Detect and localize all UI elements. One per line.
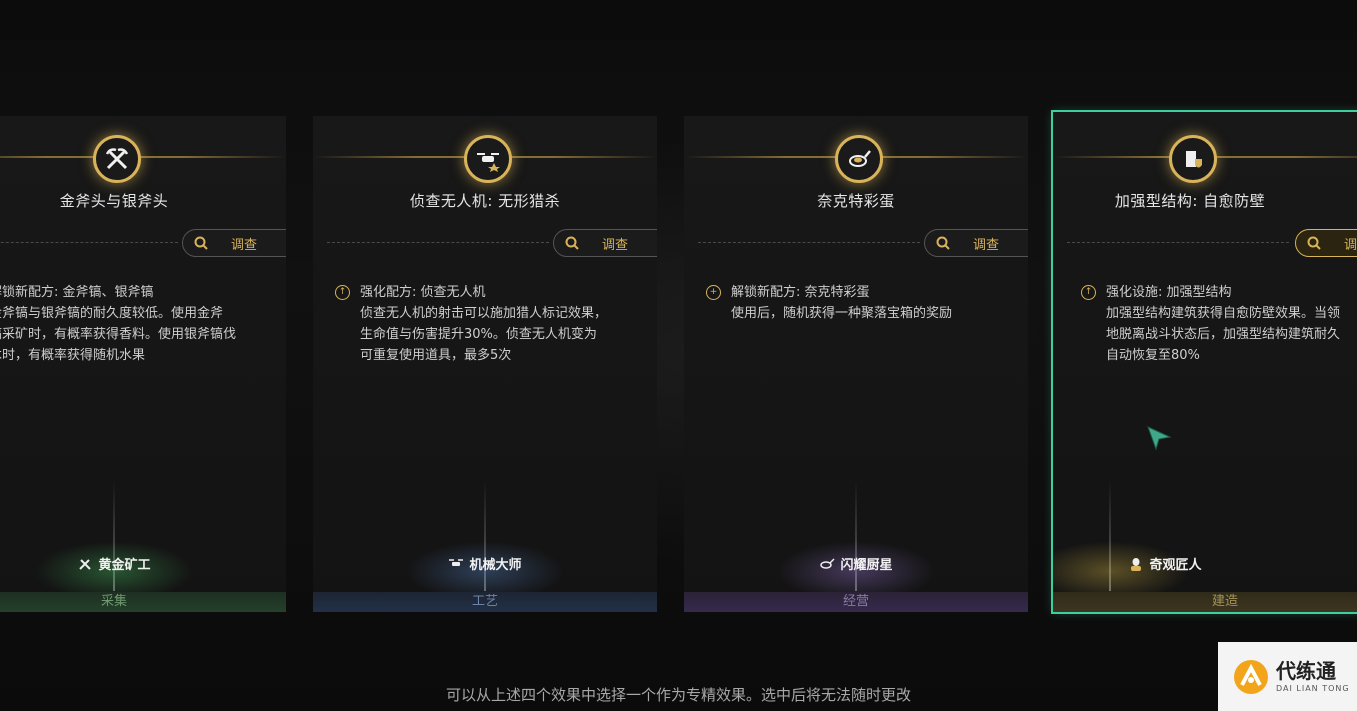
dashed-line bbox=[327, 242, 549, 243]
pickaxe-icon bbox=[93, 135, 141, 183]
effect-description: ↑ 强化设施: 加强型结构 加强型结构建筑获得自愈防壁效果。当领 地脱离战斗状态后… bbox=[1081, 282, 1357, 366]
effect-head: 解锁新配方: 金斧镐、银斧镐 bbox=[0, 285, 154, 300]
role-label: 黄金矿工 bbox=[0, 554, 286, 573]
dashed-line bbox=[1067, 242, 1289, 243]
search-icon bbox=[194, 236, 208, 250]
effect-description: + 解锁新配方: 奈克特彩蛋 使用后，随机获得一种聚落宝箱的奖励 bbox=[706, 282, 1010, 324]
investigate-label: 调查 bbox=[231, 237, 258, 253]
investigate-label: 调查 bbox=[602, 237, 629, 253]
logo-sub: DAI LIAN TONG bbox=[1276, 684, 1350, 693]
search-icon bbox=[1307, 236, 1321, 250]
selection-hint: 可以从上述四个效果中选择一个作为专精效果。选中后将无法随时更改 bbox=[445, 686, 911, 704]
drone-icon bbox=[449, 558, 464, 566]
role-name: 闪耀厨星 bbox=[840, 558, 893, 573]
card-scout-drone[interactable]: 侦查无人机: 无形猎杀 调查 ↑ 强化配方: 侦查无人机 侦查无人机的射击可以施加… bbox=[313, 116, 657, 612]
bust-icon bbox=[1131, 557, 1142, 571]
role-label: 闪耀厨星 bbox=[684, 554, 1028, 573]
card-divider bbox=[0, 156, 286, 158]
upgrade-icon: ↑ bbox=[335, 285, 350, 300]
drone-icon bbox=[464, 135, 512, 183]
category-tag: 建造 bbox=[1053, 592, 1357, 612]
effect-body: 侦查无人机的射击可以施加猎人标记效果， 生命值与伤害提升30%。侦查无人机变为 … bbox=[360, 306, 608, 363]
role-name: 机械大师 bbox=[469, 558, 522, 573]
dashed-line bbox=[698, 242, 920, 243]
role-name: 奇观匠人 bbox=[1149, 558, 1202, 573]
card-reinforced-structure[interactable]: 加强型结构: 自愈防壁 调查 ↑ 强化设施: 加强型结构 加强型结构建筑获得自愈防… bbox=[1051, 110, 1357, 614]
frying-pan-icon bbox=[835, 135, 883, 183]
category-tag: 经营 bbox=[684, 592, 1028, 612]
effect-head: 解锁新配方: 奈克特彩蛋 bbox=[731, 285, 870, 300]
dashed-line bbox=[0, 242, 178, 243]
effect-body: 加强型结构建筑获得自愈防壁效果。当领 地脱离战斗状态后，加强型结构建筑耐久 自动… bbox=[1106, 306, 1341, 363]
building-shield-icon bbox=[1169, 135, 1217, 183]
investigate-label: 调查 bbox=[1344, 237, 1357, 253]
category-tag: 采集 bbox=[0, 592, 286, 612]
search-icon bbox=[565, 236, 579, 250]
card-title: 侦查无人机: 无形猎杀 bbox=[409, 192, 561, 210]
category-tag: 工艺 bbox=[313, 592, 657, 612]
investigate-button[interactable]: 调查 bbox=[924, 229, 1028, 257]
card-title: 奈克特彩蛋 bbox=[817, 192, 895, 210]
unlock-icon: + bbox=[706, 285, 721, 300]
investigate-label: 调查 bbox=[973, 237, 1000, 253]
search-icon bbox=[936, 236, 950, 250]
role-label: 奇观匠人 bbox=[1053, 554, 1277, 573]
effect-description: +解锁新配方: 金斧镐、银斧镐 金斧镐与银斧镐的耐久度较低。使用金斧 镐采矿时，… bbox=[0, 282, 268, 366]
logo-main: 代练通 bbox=[1276, 659, 1336, 683]
card-golden-axe[interactable]: 金斧头与银斧头 调查 +解锁新配方: 金斧镐、银斧镐 金斧镐与银斧镐的耐久度较低… bbox=[0, 116, 286, 612]
cursor-icon bbox=[1147, 426, 1172, 451]
effect-body: 使用后，随机获得一种聚落宝箱的奖励 bbox=[731, 306, 953, 321]
card-nekt-egg[interactable]: 奈克特彩蛋 调查 + 解锁新配方: 奈克特彩蛋 使用后，随机获得一种聚落宝箱的奖励… bbox=[684, 116, 1028, 612]
pickaxe-icon bbox=[79, 558, 92, 570]
effect-body: 金斧镐与银斧镐的耐久度较低。使用金斧 镐采矿时，有概率获得香料。使用银斧镐伐 木… bbox=[0, 306, 237, 363]
effect-head: 强化设施: 加强型结构 bbox=[1106, 285, 1232, 300]
investigate-button[interactable]: 调查 bbox=[1295, 229, 1357, 257]
logo-icon bbox=[1234, 659, 1268, 694]
effect-description: ↑ 强化配方: 侦查无人机 侦查无人机的射击可以施加猎人标记效果， 生命值与伤害提… bbox=[335, 282, 639, 366]
watermark-logo: 代练通 DAI LIAN TONG bbox=[1218, 642, 1357, 711]
frying-pan-icon bbox=[820, 557, 836, 569]
effect-head: 强化配方: 侦查无人机 bbox=[360, 285, 486, 300]
role-label: 机械大师 bbox=[313, 554, 657, 573]
role-name: 黄金矿工 bbox=[98, 558, 151, 573]
card-title: 金斧头与银斧头 bbox=[59, 192, 169, 210]
investigate-button[interactable]: 调查 bbox=[182, 229, 286, 257]
upgrade-icon: ↑ bbox=[1081, 285, 1096, 300]
card-title: 加强型结构: 自愈防壁 bbox=[1114, 192, 1266, 210]
investigate-button[interactable]: 调查 bbox=[553, 229, 657, 257]
